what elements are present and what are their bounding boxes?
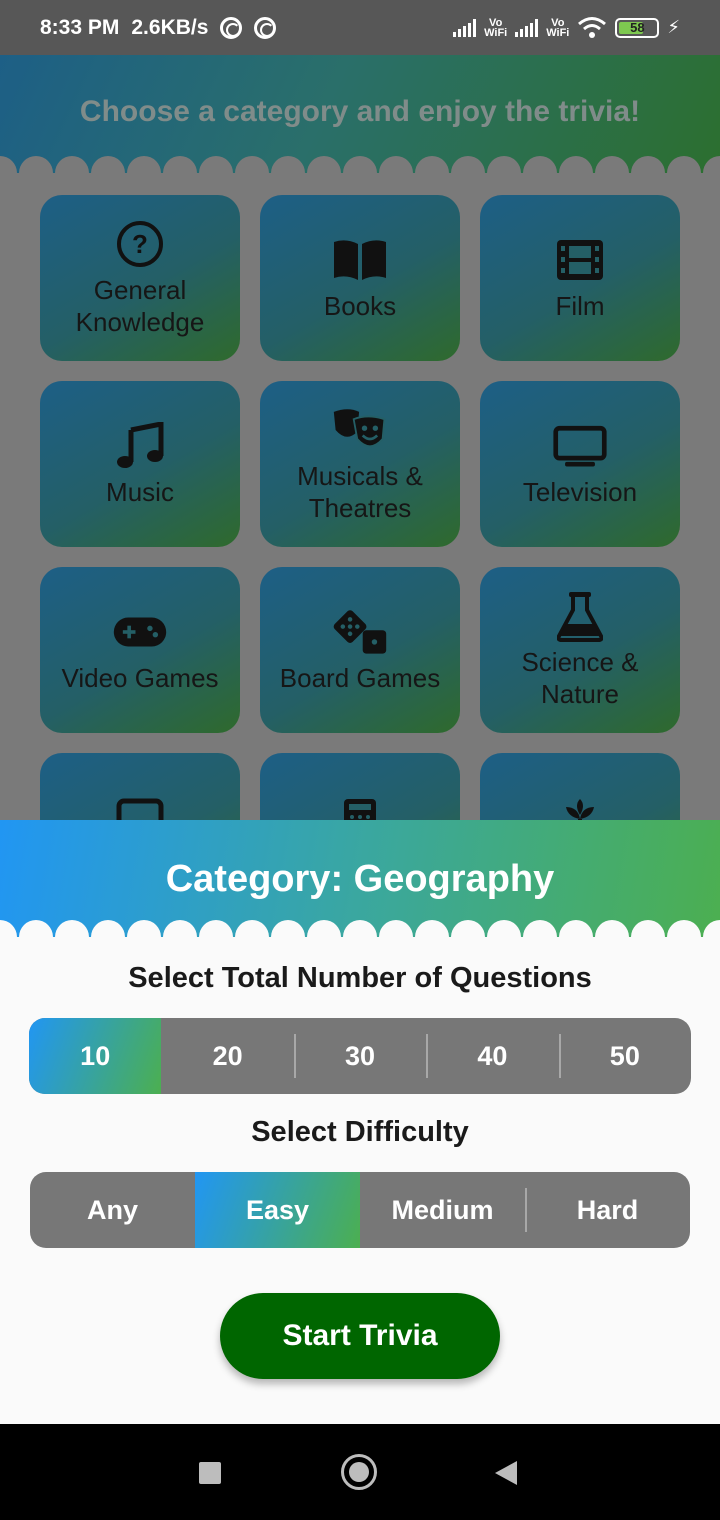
sheet-scallop-border	[0, 920, 720, 957]
status-right: Vo WiFi Vo WiFi 58 ⚡	[453, 16, 680, 40]
battery-level: 58	[630, 20, 645, 35]
film-icon	[552, 234, 608, 286]
charging-icon: ⚡	[667, 17, 680, 37]
category-card-science-nature[interactable]: Science & Nature	[480, 567, 680, 733]
difficulty-selector: Any Easy Medium Hard	[30, 1172, 690, 1248]
options-bottom-sheet: Category: Geography Select Total Number …	[0, 820, 720, 1424]
start-trivia-button[interactable]: Start Trivia	[220, 1293, 500, 1379]
category-card-musicals-theatres[interactable]: Musicals & Theatres	[260, 381, 460, 547]
difficulty-option-any[interactable]: Any	[30, 1172, 195, 1248]
vowifi-icon-2: Vo WiFi	[546, 17, 570, 39]
category-card-music[interactable]: Music	[40, 381, 240, 547]
tv-icon	[552, 420, 608, 472]
wifi-icon	[578, 16, 607, 38]
difficulty-label: Select Difficulty	[251, 1116, 469, 1148]
status-bar: 8:33 PM 2.6KB/s Vo WiFi Vo WiFi 58 ⚡	[0, 0, 720, 55]
category-label: Books	[323, 291, 397, 321]
category-card-film[interactable]: Film	[480, 195, 680, 361]
category-card-video-games[interactable]: Video Games	[40, 567, 240, 733]
category-label: Music	[106, 477, 174, 507]
category-label: Television	[522, 477, 638, 507]
signal-icon-2	[515, 18, 539, 37]
status-speed: 2.6KB/s	[131, 15, 209, 39]
category-grid: ? General Knowledge Books Film Music Mus…	[40, 195, 680, 820]
music-note-icon	[112, 420, 168, 472]
svg-text:?: ?	[132, 229, 148, 259]
wifi-label-2: WiFi	[546, 26, 570, 39]
wifi-label: WiFi	[484, 26, 508, 39]
category-label: Film	[555, 291, 605, 321]
category-card-partial-3[interactable]	[480, 753, 680, 820]
question-option-40[interactable]: 40	[426, 1018, 558, 1094]
battery-icon: 58	[615, 17, 660, 38]
plant-icon	[552, 791, 608, 820]
category-card-partial-1[interactable]	[40, 753, 240, 820]
question-option-50[interactable]: 50	[558, 1018, 691, 1094]
category-label: Science & Nature	[521, 647, 639, 709]
dice-icon	[332, 606, 388, 658]
gamepad-icon	[112, 606, 168, 658]
recents-button[interactable]	[199, 1462, 221, 1484]
data-saver-icon	[254, 16, 277, 39]
flask-icon	[552, 590, 608, 642]
book-open-icon	[332, 234, 388, 286]
category-header-title: Choose a category and enjoy the trivia!	[79, 94, 641, 128]
status-time: 8:33 PM	[40, 15, 120, 39]
category-label: Video Games	[61, 663, 219, 693]
questions-label: Select Total Number of Questions	[128, 962, 592, 994]
vowifi-icon: Vo WiFi	[484, 17, 508, 39]
category-card-television[interactable]: Television	[480, 381, 680, 547]
system-nav-bar	[0, 1424, 720, 1520]
difficulty-option-easy[interactable]: Easy	[195, 1172, 360, 1248]
question-count-selector: 10 20 30 40 50	[29, 1018, 691, 1094]
difficulty-option-hard[interactable]: Hard	[525, 1172, 690, 1248]
question-option-10[interactable]: 10	[29, 1018, 162, 1094]
signal-icon	[453, 18, 477, 37]
category-label: Musicals & Theatres	[297, 461, 423, 523]
home-button[interactable]	[341, 1454, 377, 1490]
category-label: General Knowledge	[75, 275, 205, 337]
question-option-30[interactable]: 30	[293, 1018, 426, 1094]
calculator-icon	[332, 791, 388, 820]
theater-masks-icon	[332, 404, 388, 456]
header-scallop-border	[0, 156, 720, 191]
tablet-icon	[112, 791, 168, 820]
back-button[interactable]	[495, 1461, 517, 1485]
question-option-20[interactable]: 20	[161, 1018, 293, 1094]
category-screen: Choose a category and enjoy the trivia! …	[0, 55, 720, 820]
category-label: Board Games	[279, 663, 441, 693]
status-left: 8:33 PM 2.6KB/s	[40, 15, 277, 40]
category-card-general-knowledge[interactable]: ? General Knowledge	[40, 195, 240, 361]
question-circle-icon: ?	[112, 218, 168, 270]
sync-icon	[220, 16, 243, 39]
difficulty-option-medium[interactable]: Medium	[360, 1172, 525, 1248]
category-card-partial-2[interactable]	[260, 753, 460, 820]
category-card-board-games[interactable]: Board Games	[260, 567, 460, 733]
category-card-books[interactable]: Books	[260, 195, 460, 361]
